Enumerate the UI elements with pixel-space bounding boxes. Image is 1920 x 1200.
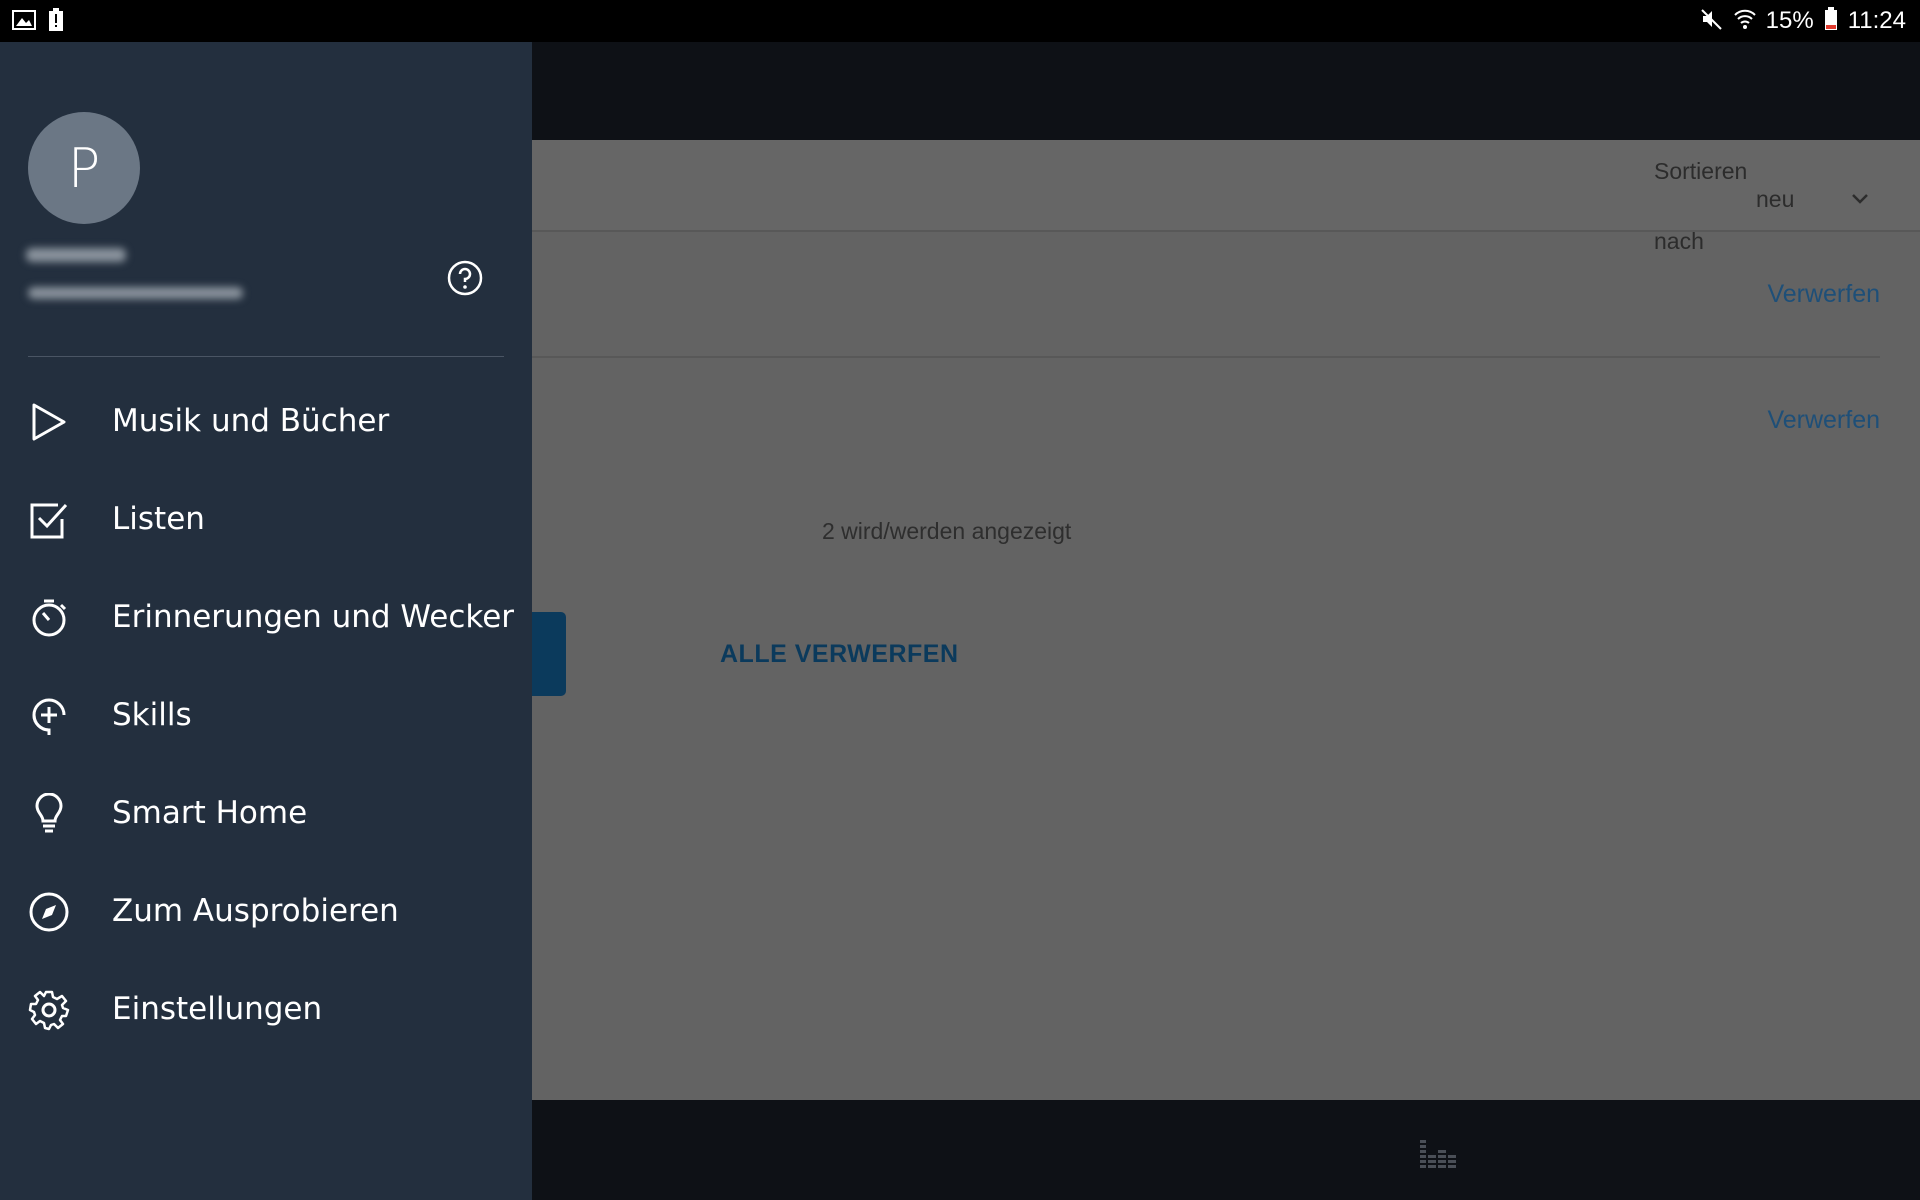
drawer-menu: Musik und Bücher Listen Erinnerungen und… [0, 372, 532, 1058]
menu-item-settings[interactable]: Einstellungen [0, 960, 532, 1058]
compass-icon [28, 891, 70, 933]
divider [28, 356, 504, 357]
play-icon [28, 401, 70, 443]
mute-icon [1700, 7, 1724, 35]
help-icon[interactable] [446, 259, 484, 297]
menu-item-label: Einstellungen [112, 991, 323, 1027]
battery-percent: 15% [1765, 7, 1814, 34]
gear-icon [28, 989, 70, 1031]
sort-label-line1: Sortieren [1654, 158, 1748, 184]
menu-item-label: Musik und Bücher [112, 403, 390, 439]
menu-item-lists[interactable]: Listen [0, 470, 532, 568]
menu-item-skills[interactable]: Skills [0, 666, 532, 764]
lightbulb-icon [28, 792, 70, 835]
clock: 11:24 [1847, 7, 1906, 34]
redacted-user-name [26, 248, 126, 262]
menu-item-smart-home[interactable]: Smart Home [0, 764, 532, 862]
wifi-icon [1733, 7, 1756, 35]
menu-item-label: Smart Home [112, 795, 308, 831]
redacted-user-email [28, 287, 243, 299]
avatar[interactable]: P [28, 112, 140, 224]
skills-icon [28, 695, 70, 737]
status-bar: 15% 11:24 [0, 0, 1920, 42]
menu-item-label: Zum Ausprobieren [112, 893, 399, 929]
checkbox-icon [28, 499, 70, 541]
gallery-icon [12, 9, 36, 35]
menu-item-reminders-alarms[interactable]: Erinnerungen und Wecker [0, 568, 532, 666]
timer-icon [28, 597, 70, 639]
dismiss-all-button[interactable]: ALLE VERWERFEN [720, 640, 959, 669]
chevron-down-icon[interactable] [1848, 186, 1872, 210]
sort-dropdown[interactable]: neu [1756, 186, 1794, 213]
dismiss-button[interactable]: Verwerfen [1767, 406, 1880, 435]
menu-item-label: Skills [112, 697, 192, 733]
notification-count: 2 wird/werden angezeigt [822, 518, 1072, 544]
menu-item-label: Erinnerungen und Wecker [112, 599, 515, 635]
navigation-drawer: P Musik und Bücher Listen Erinnerungen u… [0, 42, 532, 1200]
dismiss-button[interactable]: Verwerfen [1767, 280, 1880, 309]
menu-item-music-books[interactable]: Musik und Bücher [0, 372, 532, 470]
alert-battery-icon [48, 8, 64, 36]
menu-item-try-out[interactable]: Zum Ausprobieren [0, 862, 532, 960]
menu-item-label: Listen [112, 501, 205, 537]
equalizer-icon[interactable] [1420, 1140, 1458, 1174]
battery-icon [1824, 7, 1838, 35]
